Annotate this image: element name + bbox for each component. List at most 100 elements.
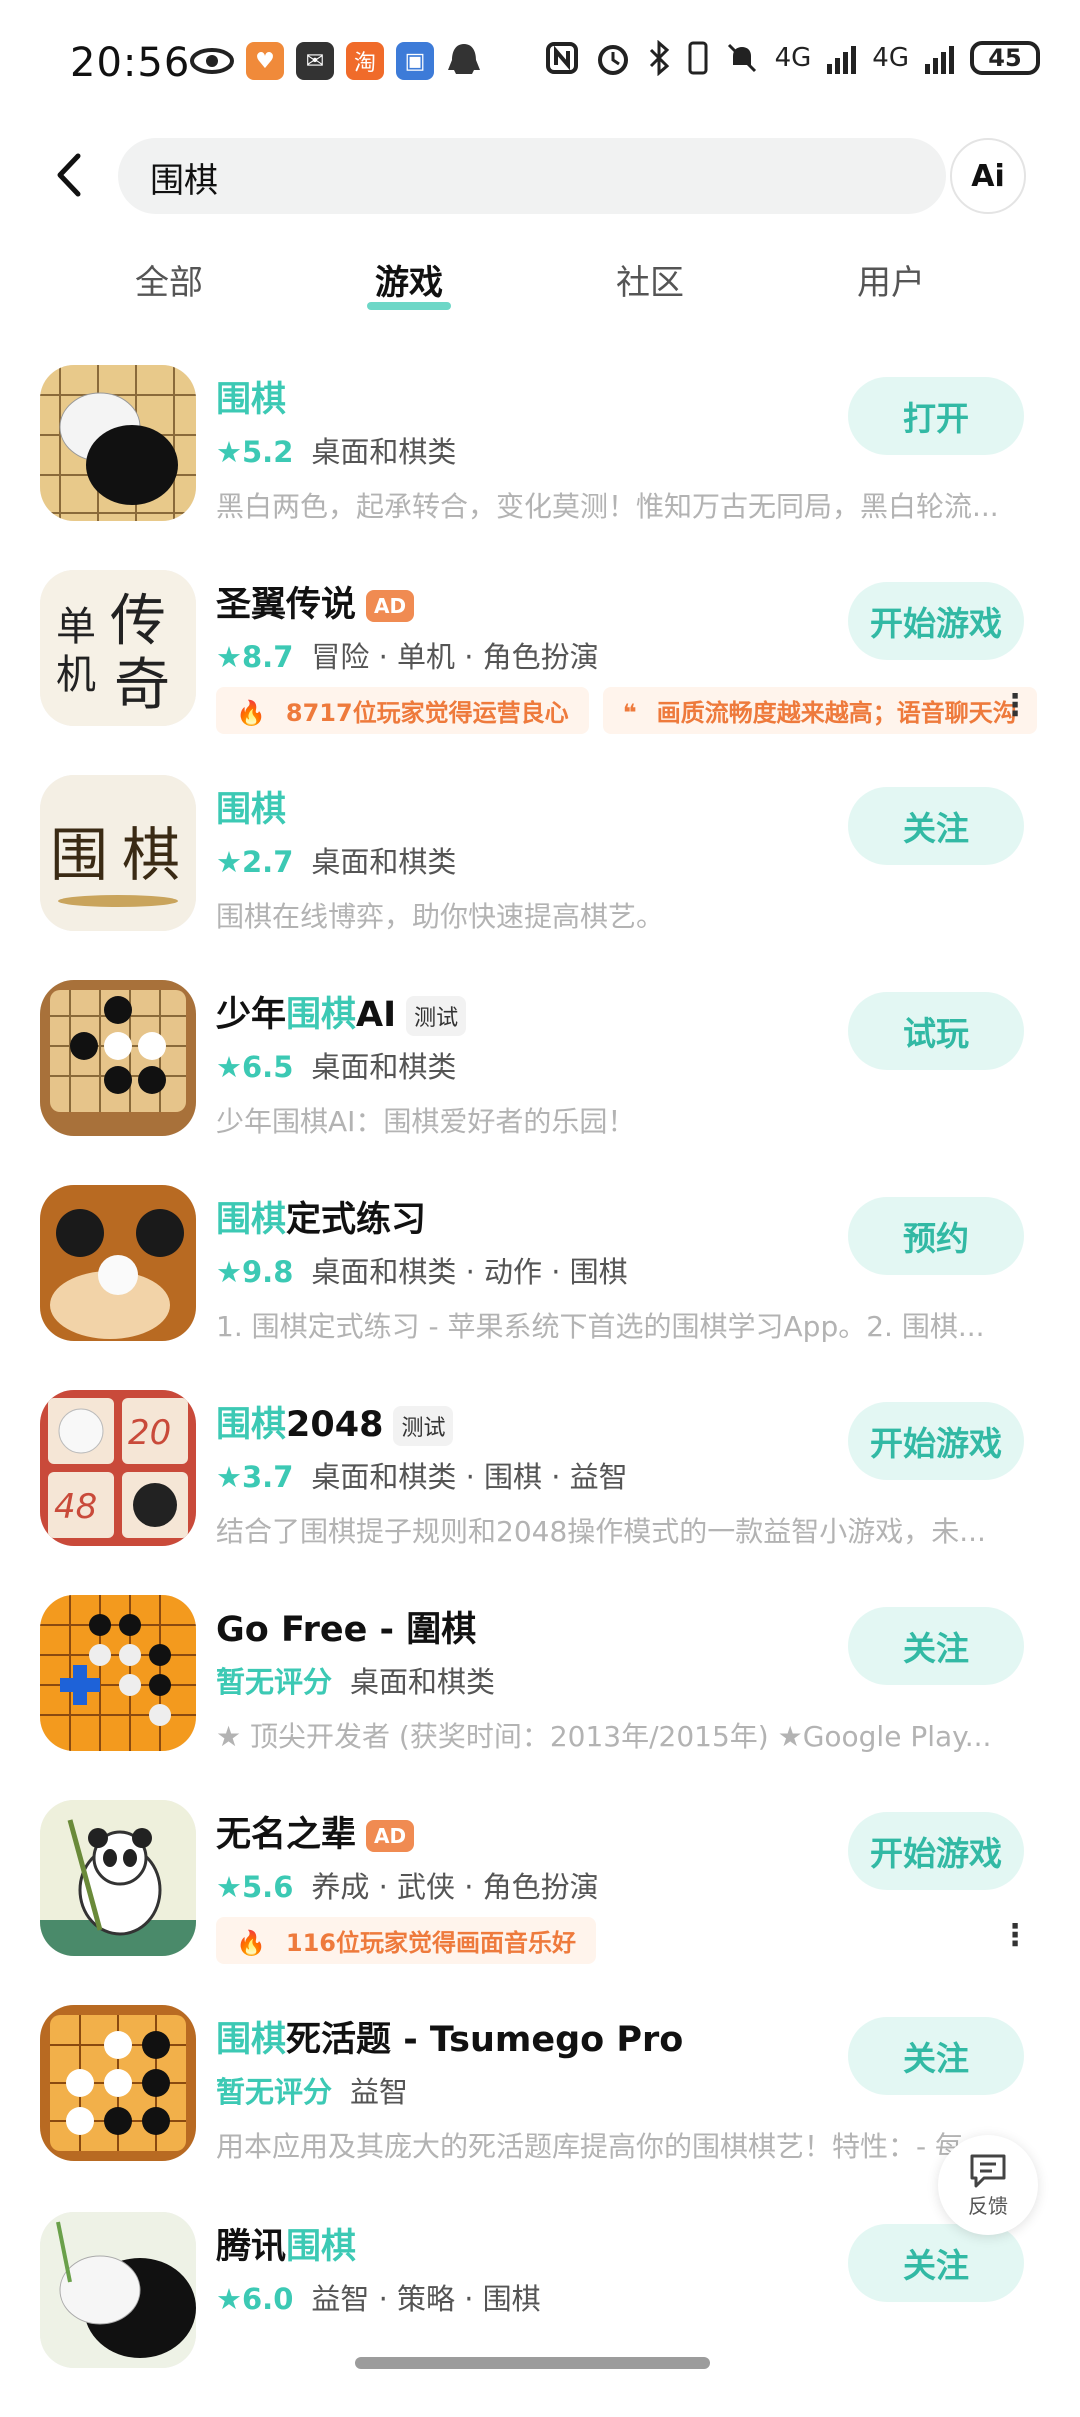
reserve-button[interactable]: 预约: [848, 1197, 1024, 1275]
quote-icon: ❝: [612, 693, 647, 733]
svg-text:机: 机: [56, 652, 96, 698]
feedback-label: 反馈: [968, 2193, 1008, 2218]
app-name[interactable]: Go Free - 圍棋: [216, 1601, 476, 1652]
app-name[interactable]: 圣翼传说 AD: [216, 576, 415, 627]
quote-badge: ❝ 画质流畅度越来越高；语音聊天沟: [602, 687, 1037, 734]
ad-tag: AD: [366, 1820, 415, 1852]
trial-button[interactable]: 试玩: [848, 992, 1024, 1070]
feedback-button[interactable]: 反馈: [938, 2135, 1038, 2235]
app-description: 用本应用及其庞大的死活题库提高你的围棋棋艺！特性：- 每...: [216, 2130, 990, 2163]
app-description: 1. 围棋定式练习 - 苹果系统下首选的围棋学习App。2. 围棋...: [216, 1310, 985, 1343]
app-meta: ★3.7 桌面和棋类 · 围棋 · 益智: [216, 1460, 628, 1494]
app-icon-go-free[interactable]: [40, 1595, 196, 1751]
app-name[interactable]: 围棋: [216, 371, 286, 422]
app-icon-weiqi-2048[interactable]: 20 48: [40, 1390, 196, 1546]
app-description: 结合了围棋提子规则和2048操作模式的一款益智小游戏，未...: [216, 1515, 986, 1548]
more-options-icon[interactable]: ⋮: [1000, 1918, 1030, 1953]
player-highlights: 🔥 8717位玩家觉得运营良心 ❝ 画质流畅度越来越高；语音聊天沟: [216, 687, 1037, 734]
svg-text:棋: 棋: [122, 821, 180, 889]
eye-icon: [190, 48, 234, 74]
app-meta: ★8.7 冒险 · 单机 · 角色扮演: [216, 640, 599, 674]
list-item[interactable]: 围棋定式练习 ★9.8 桌面和棋类 · 动作 · 围棋 1. 围棋定式练习 - 苹…: [0, 1185, 1080, 1390]
fire-icon: 🔥: [226, 693, 276, 733]
app-name[interactable]: 围棋死活题 - Tsumego Pro: [216, 2011, 683, 2062]
app-meta: ★5.2 桌面和棋类: [216, 435, 457, 469]
system-icons: 4G 4G 45: [545, 40, 1040, 76]
mute-icon: [727, 43, 756, 73]
app-name[interactable]: 围棋2048 测试: [216, 1396, 454, 1447]
list-item[interactable]: 围棋 围棋 ★2.7 桌面和棋类 围棋在线博弈，助你快速提高棋艺。 关注: [0, 775, 1080, 980]
app-name[interactable]: 无名之辈 AD: [216, 1806, 415, 1857]
list-item[interactable]: 20 48 围棋2048 测试 ★3.7 桌面和棋类 · 围棋 · 益智 结合了围棋提…: [0, 1390, 1080, 1595]
bluetooth-icon: [649, 40, 669, 76]
follow-button[interactable]: 关注: [848, 2017, 1024, 2095]
app-icon-weiqi-online[interactable]: 围棋: [40, 775, 196, 931]
app-icon-junior-weiqi-ai[interactable]: [40, 980, 196, 1136]
app-icon-tencent-weiqi[interactable]: [40, 2212, 196, 2368]
taobao-app-icon: 淘: [346, 42, 384, 80]
app-icon-tsumego-pro[interactable]: [40, 2005, 196, 2161]
svg-text:传: 传: [110, 589, 166, 654]
signal-4g-label-1: 4G: [774, 43, 812, 73]
app-meta: ★6.5 桌面和棋类: [216, 1050, 457, 1084]
app-icon-joseki[interactable]: [40, 1185, 196, 1341]
app-name[interactable]: 围棋: [216, 781, 286, 832]
home-indicator[interactable]: [355, 2357, 710, 2369]
hot-badge: 🔥 116位玩家觉得画面音乐好: [216, 1917, 596, 1964]
app-meta: ★6.0 益智 · 策略 · 围棋: [216, 2282, 541, 2316]
list-item[interactable]: Go Free - 圍棋 暂无评分 桌面和棋类 ★ 顶尖开发者 (获奖时间：201…: [0, 1595, 1080, 1800]
tab-all[interactable]: 全部: [135, 255, 203, 304]
signal-bars-1-icon: [827, 42, 857, 74]
follow-button[interactable]: 关注: [848, 1607, 1024, 1685]
status-bar: 20:56 ♥ ✉ 淘 ▣ 4G 4G 45: [0, 0, 1080, 130]
list-item[interactable]: 单机传奇 圣翼传说 AD ★8.7 冒险 · 单机 · 角色扮演 🔥 8717位玩家觉…: [0, 570, 1080, 775]
app-name[interactable]: 腾讯围棋: [216, 2218, 356, 2269]
app-description: ★ 顶尖开发者 (获奖时间：2013年/2015年) ★Google Play.…: [216, 1720, 992, 1753]
tab-community[interactable]: 社区: [616, 255, 684, 304]
alarm-icon: [597, 45, 628, 75]
app-meta: ★2.7 桌面和棋类: [216, 845, 457, 879]
app-description: 黑白两色，起承转合，变化莫测！惟知万古无同局，黑白轮流...: [216, 490, 999, 523]
list-item[interactable]: 少年围棋AI 测试 ★6.5 桌面和棋类 少年围棋AI：围棋爱好者的乐园！ 试玩: [0, 980, 1080, 1185]
battery-icon: 45: [970, 41, 1040, 75]
app-icon-shengyi[interactable]: 单机传奇: [40, 570, 196, 726]
app-meta: ★9.8 桌面和棋类 · 动作 · 围棋: [216, 1255, 628, 1289]
app-icon-wuming[interactable]: [40, 1800, 196, 1956]
start-game-button[interactable]: 开始游戏: [848, 582, 1024, 660]
envelope-app-icon: ✉: [296, 42, 334, 80]
player-highlights: 🔥 116位玩家觉得画面音乐好: [216, 1917, 596, 1964]
nfc-icon: [545, 42, 578, 74]
signal-4g-label-2: 4G: [872, 43, 909, 73]
list-item[interactable]: 无名之辈 AD ★5.6 养成 · 武侠 · 角色扮演 🔥 116位玩家觉得画面音乐好…: [0, 1800, 1080, 2005]
alipay-app-icon: ▣: [396, 42, 434, 80]
svg-text:单: 单: [56, 604, 96, 650]
ai-button[interactable]: Ai: [950, 138, 1026, 214]
open-button[interactable]: 打开: [848, 377, 1024, 455]
active-tab-indicator: [367, 302, 451, 310]
start-game-button[interactable]: 开始游戏: [848, 1402, 1024, 1480]
svg-text:奇: 奇: [114, 653, 170, 718]
svg-text:20: 20: [128, 1413, 171, 1453]
tab-users[interactable]: 用户: [857, 255, 925, 304]
app-description: 围棋在线博弈，助你快速提高棋艺。: [216, 900, 665, 933]
follow-button[interactable]: 关注: [848, 2224, 1024, 2302]
test-tag: 测试: [393, 1406, 454, 1446]
list-item[interactable]: 腾讯围棋 ★6.0 益智 · 策略 · 围棋 关注: [0, 2212, 1080, 2417]
app-icon-weiqi[interactable]: [40, 365, 196, 521]
more-options-icon[interactable]: ⋮: [1000, 688, 1030, 723]
search-field[interactable]: [118, 138, 946, 216]
search-input[interactable]: [148, 138, 912, 216]
signal-bars-2-icon: [925, 42, 954, 74]
follow-button[interactable]: 关注: [848, 787, 1024, 865]
list-item[interactable]: 围棋 ★5.2 桌面和棋类 黑白两色，起承转合，变化莫测！惟知万古无同局，黑白轮流…: [0, 365, 1080, 570]
tab-games[interactable]: 游戏: [367, 255, 451, 310]
feedback-icon: [970, 2154, 1006, 2187]
list-item[interactable]: 围棋死活题 - Tsumego Pro 暂无评分 益智 用本应用及其庞大的死活题库…: [0, 2005, 1080, 2210]
svg-text:围: 围: [50, 821, 108, 889]
start-game-button[interactable]: 开始游戏: [848, 1812, 1024, 1890]
app-name[interactable]: 围棋定式练习: [216, 1191, 426, 1242]
app-name[interactable]: 少年围棋AI 测试: [216, 986, 467, 1037]
category-tabs: 全部 游戏 社区 用户: [0, 255, 1080, 315]
ad-tag: AD: [366, 590, 415, 622]
back-arrow-icon[interactable]: [46, 150, 96, 200]
